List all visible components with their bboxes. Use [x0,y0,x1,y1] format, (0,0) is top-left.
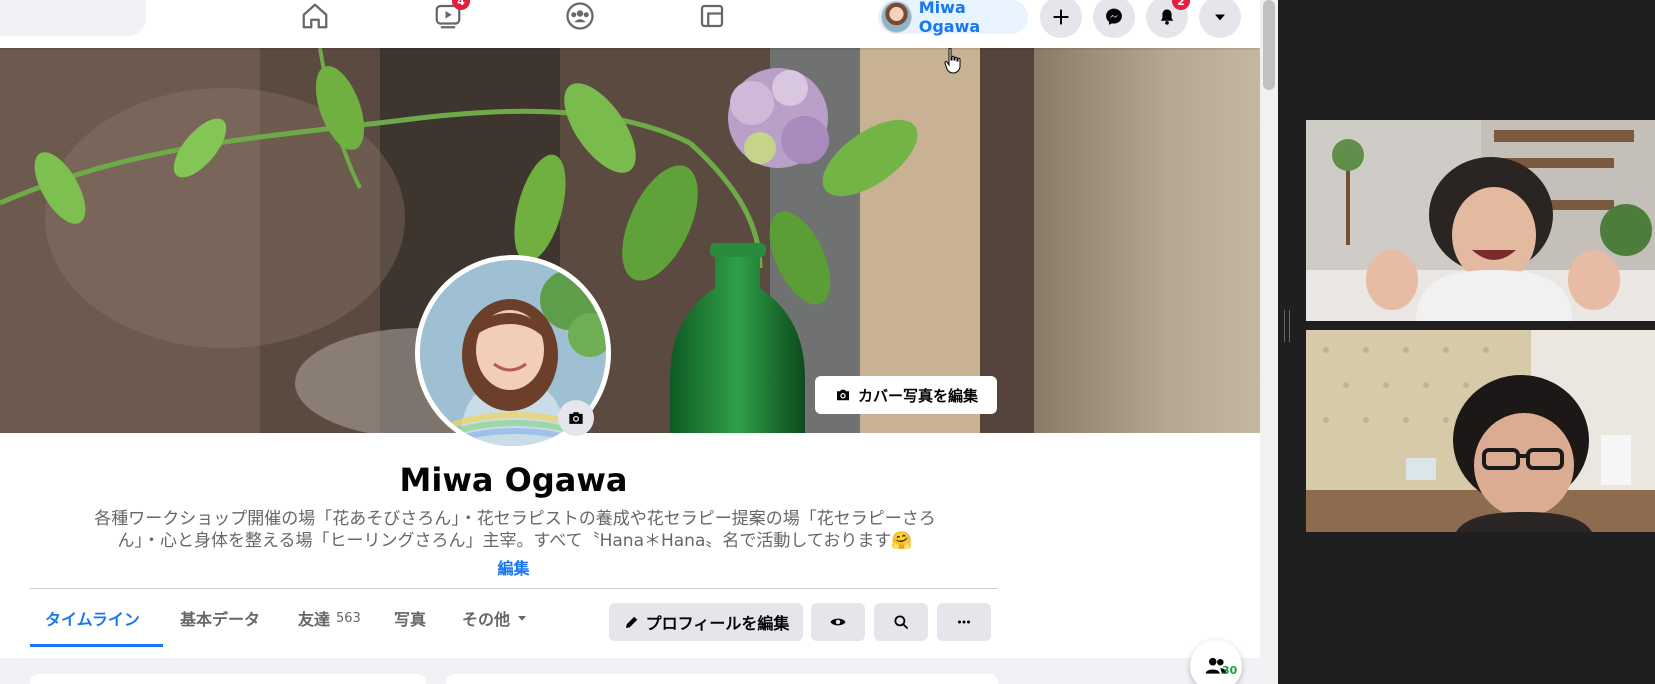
profile-bio-line: 各種ワークショップ開催の場「花あそびさろん」・花セラピストの養成や花セラピー提案… [94,509,936,529]
bell-icon [1160,9,1174,25]
edit-profile-label: プロフィールを編集 [645,614,790,633]
edit-cover-photo-button[interactable]: カバー写真を編集 [815,376,997,414]
plus-icon [1053,9,1069,25]
mouse-cursor-icon [944,48,961,74]
update-profile-picture-button[interactable] [558,400,594,436]
camera-icon [569,412,583,424]
tab-label: タイムライン [45,610,140,629]
view-as-button[interactable] [811,603,865,641]
pencil-icon [625,616,637,628]
participant-video-picture [1306,330,1655,532]
search-profile-button[interactable] [874,603,928,641]
video-tile[interactable] [1306,120,1655,321]
search-icon [894,615,908,629]
profile-header: Miwa Ogawa 各種ワークショップ開催の場「花あそびさろん」・花セラピスト… [0,433,1260,658]
profile-shortcut-name: Miwa Ogawa [918,0,981,36]
messenger-icon [1106,8,1122,25]
scrollbar[interactable] [1260,0,1278,684]
edit-bio-link[interactable]: 編集 [0,555,1027,579]
profile-name: Miwa Ogawa [399,461,628,499]
edit-profile-button[interactable]: プロフィールを編集 [609,603,803,641]
participant-video-picture [1306,120,1655,321]
avatar [881,1,912,33]
panel-resize-handle[interactable] [1284,310,1290,342]
tab-label: 友達 [298,610,331,629]
tab-more[interactable]: その他 [462,589,530,647]
tab-label: 基本データ [180,610,261,629]
profile-bio: 各種ワークショップ開催の場「花あそびさろん」・花セラピストの養成や花セラピー提案… [35,508,995,552]
profile-shortcut[interactable]: Miwa Ogawa [878,0,1028,36]
online-contacts-count: 30 [1222,664,1238,677]
account-menu-button[interactable] [1199,0,1241,38]
tab-photos[interactable]: 写真 [394,589,426,647]
home-icon[interactable] [295,0,335,32]
cover-photo-wall [1034,48,1260,433]
more-icon [958,620,970,624]
camera-icon [836,389,849,401]
intro-card [30,674,426,684]
video-tile[interactable] [1306,330,1655,532]
notifications-button[interactable]: 2 [1146,0,1190,38]
edit-cover-photo-label: カバー写真を編集 [857,386,978,405]
tab-timeline[interactable]: タイムライン [45,589,140,647]
tab-label: 写真 [394,610,427,629]
messenger-button[interactable] [1093,0,1135,38]
contacts-button[interactable]: 30 [1190,640,1242,684]
facebook-window: 4 Miwa Ogawa 2 カバー写真を編集 Miwa Ogawa 各種ワーク… [0,0,1260,684]
profile-picture[interactable] [415,255,611,451]
active-tab-indicator [30,644,163,647]
groups-icon[interactable] [560,0,600,32]
scrollbar-thumb[interactable] [1263,0,1275,90]
watch-icon[interactable]: 4 [428,0,470,32]
search-box[interactable] [0,0,146,36]
tab-label: その他 [462,610,511,629]
post-composer-card [446,674,998,684]
tab-friends[interactable]: 友達 563 [298,589,361,647]
eye-icon [830,618,846,626]
profile-bio-line: ん」・心と身体を整える場「ヒーリングさろん」主宰。すべて〝Hana＊Hana〟名… [117,531,913,551]
create-button[interactable] [1040,0,1082,38]
caret-down-icon [1215,14,1225,21]
more-options-button[interactable] [937,603,991,641]
top-navigation-bar: 4 Miwa Ogawa 2 [0,0,1260,48]
caret-down-icon [518,616,527,621]
tab-about[interactable]: 基本データ [180,589,260,647]
gaming-icon[interactable] [692,0,732,32]
cover-photo[interactable]: カバー写真を編集 [0,48,1260,433]
friends-count: 563 [336,610,361,626]
